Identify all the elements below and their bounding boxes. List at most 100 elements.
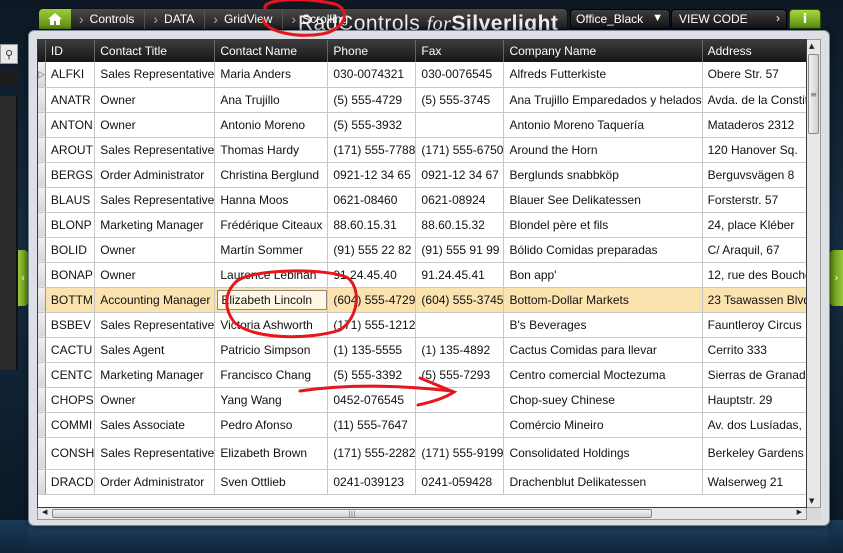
cell-fax[interactable]: (604) 555-3745	[415, 287, 505, 313]
row-indicator[interactable]	[38, 437, 46, 470]
table-row[interactable]: ▷ ALFKI Sales Representative Maria Anders 03…	[38, 62, 806, 88]
cell-address[interactable]: 23 Tsawassen Blvd.	[702, 287, 806, 313]
cell-contact-title[interactable]: Owner	[94, 387, 216, 413]
cell-contact-title[interactable]: Sales Representative	[94, 312, 216, 338]
cell-fax[interactable]: (171) 555-9199	[415, 437, 505, 470]
cell-company-name[interactable]: Bon app'	[503, 262, 703, 288]
cell-address[interactable]: Obere Str. 57	[702, 62, 806, 88]
cell-contact-title[interactable]: Sales Agent	[94, 337, 216, 363]
table-row[interactable]: CHOPS Owner Yang Wang 0452-076545 Chop-suey …	[38, 387, 806, 413]
scroll-right-icon[interactable]: ▶	[797, 508, 802, 516]
cell-id[interactable]: CACTU	[45, 337, 96, 363]
cell-id[interactable]: BLAUS	[45, 187, 96, 213]
cell-address[interactable]: Walserweg 21	[702, 469, 806, 495]
table-row[interactable]: CONSH Sales Representative Elizabeth Brown…	[38, 437, 806, 470]
cell-contact-name[interactable]: Ana Trujillo	[214, 87, 329, 113]
cell-address[interactable]: Berkeley Gardens 12 Brewery	[702, 437, 806, 470]
data-grid[interactable]: ID Contact Title Contact Name Phone Fax …	[37, 39, 807, 508]
cell-id[interactable]: DRACD	[45, 469, 96, 495]
cell-address[interactable]: 120 Hanover Sq.	[702, 137, 806, 163]
cell-id[interactable]: BSBEV	[45, 312, 96, 338]
cell-company-name[interactable]: Blondel père et fils	[503, 212, 703, 238]
cell-address[interactable]: 12, rue des Bouchers	[702, 262, 806, 288]
info-button[interactable]: i	[789, 9, 821, 29]
cell-phone[interactable]: (171) 555-1212	[327, 312, 417, 338]
cell-phone[interactable]: 0452-076545	[327, 387, 417, 413]
cell-company-name[interactable]: Comércio Mineiro	[503, 412, 703, 438]
cell-contact-name[interactable]: Thomas Hardy	[214, 137, 329, 163]
table-row[interactable]: BONAP Owner Laurence Lebihan 91.24.45.40 91.…	[38, 262, 806, 288]
cell-fax[interactable]: (5) 555-7293	[415, 362, 505, 388]
cell-contact-name[interactable]: Victoria Ashworth	[214, 312, 329, 338]
row-indicator[interactable]	[38, 187, 46, 213]
vertical-scroll-thumb[interactable]: ≡	[808, 54, 819, 134]
cell-contact-title[interactable]: Owner	[94, 262, 216, 288]
cell-phone[interactable]: (5) 555-4729	[327, 87, 417, 113]
row-indicator[interactable]	[38, 262, 46, 288]
cell-contact-name[interactable]: Sven Ottlieb	[214, 469, 329, 495]
table-row[interactable]: BSBEV Sales Representative Victoria Ashwor…	[38, 312, 806, 338]
row-indicator[interactable]	[38, 287, 46, 313]
cell-phone[interactable]: (5) 555-3932	[327, 112, 417, 138]
cell-id[interactable]: BOTTM	[45, 287, 96, 313]
cell-fax[interactable]: 030-0076545	[415, 62, 505, 88]
cell-fax[interactable]: (91) 555 91 99	[415, 237, 505, 263]
breadcrumb-item-controls[interactable]: › Controls	[71, 9, 146, 29]
cell-editor[interactable]: Elizabeth Lincoln	[217, 289, 327, 310]
next-example-button[interactable]: ›	[830, 250, 843, 306]
cell-fax[interactable]: 0921-12 34 67	[415, 162, 505, 188]
cell-fax[interactable]: (1) 135-4892	[415, 337, 505, 363]
table-row[interactable]: BOLID Owner Martín Sommer (91) 555 22 82 (91…	[38, 237, 806, 263]
row-indicator[interactable]	[38, 137, 46, 163]
scroll-up-icon[interactable]: ▲	[809, 42, 814, 50]
cell-contact-title[interactable]: Sales Representative	[94, 137, 216, 163]
cell-company-name[interactable]: Alfreds Futterkiste	[503, 62, 703, 88]
cell-address[interactable]: C/ Araquil, 67	[702, 237, 806, 263]
column-header-phone[interactable]: Phone	[327, 40, 417, 62]
vertical-scrollbar[interactable]: ▲ ≡ ▼	[807, 39, 821, 508]
cell-address[interactable]: Avda. de la Constitución 2222	[702, 87, 806, 113]
view-code-button[interactable]: VIEW CODE ›	[671, 9, 787, 29]
column-header-fax[interactable]: Fax	[415, 40, 505, 62]
row-indicator[interactable]	[38, 362, 46, 388]
cell-contact-title[interactable]: Owner	[94, 112, 216, 138]
home-button[interactable]	[39, 9, 71, 29]
table-row[interactable]: CACTU Sales Agent Patricio Simpson (1) 135-…	[38, 337, 806, 363]
cell-company-name[interactable]: B's Beverages	[503, 312, 703, 338]
cell-contact-title[interactable]: Owner	[94, 237, 216, 263]
column-header-id[interactable]: ID	[45, 40, 96, 62]
cell-fax[interactable]: 0621-08924	[415, 187, 505, 213]
cell-company-name[interactable]: Cactus Comidas para llevar	[503, 337, 703, 363]
cell-company-name[interactable]: Bólido Comidas preparadas	[503, 237, 703, 263]
search-icon[interactable]: ⚲	[0, 44, 18, 64]
cell-company-name[interactable]: Chop-suey Chinese	[503, 387, 703, 413]
cell-phone[interactable]: (11) 555-7647	[327, 412, 417, 438]
cell-company-name[interactable]: Drachenblut Delikatessen	[503, 469, 703, 495]
cell-address[interactable]: Cerrito 333	[702, 337, 806, 363]
cell-fax[interactable]	[415, 112, 505, 138]
table-row[interactable]: AROUT Sales Representative Thomas Hardy (17…	[38, 137, 806, 163]
table-row[interactable]: BLAUS Sales Representative Hanna Moos 0621-…	[38, 187, 806, 213]
cell-address[interactable]: Hauptstr. 29	[702, 387, 806, 413]
cell-phone[interactable]: (91) 555 22 82	[327, 237, 417, 263]
cell-id[interactable]: BONAP	[45, 262, 96, 288]
column-header-contact-title[interactable]: Contact Title	[94, 40, 216, 62]
row-indicator[interactable]	[38, 112, 46, 138]
previous-example-button[interactable]: ‹	[18, 250, 28, 306]
horizontal-scroll-thumb[interactable]: |||	[52, 509, 652, 518]
row-indicator[interactable]	[38, 162, 46, 188]
cell-contact-name[interactable]: Laurence Lebihan	[214, 262, 329, 288]
cell-contact-name[interactable]: Elizabeth Lincoln	[214, 287, 329, 313]
cell-fax[interactable]	[415, 387, 505, 413]
row-indicator[interactable]: ▷	[38, 62, 46, 88]
table-row[interactable]: ANTON Owner Antonio Moreno (5) 555-3932 Anto…	[38, 112, 806, 138]
cell-id[interactable]: CHOPS	[45, 387, 96, 413]
cell-fax[interactable]: 88.60.15.32	[415, 212, 505, 238]
cell-id[interactable]: BOLID	[45, 237, 96, 263]
column-header-address[interactable]: Address	[702, 40, 806, 62]
cell-contact-name[interactable]: Frédérique Citeaux	[214, 212, 329, 238]
cell-contact-title[interactable]: Sales Representative	[94, 62, 216, 88]
cell-address[interactable]: Fauntleroy Circus	[702, 312, 806, 338]
cell-phone[interactable]: (1) 135-5555	[327, 337, 417, 363]
cell-fax[interactable]: (5) 555-3745	[415, 87, 505, 113]
